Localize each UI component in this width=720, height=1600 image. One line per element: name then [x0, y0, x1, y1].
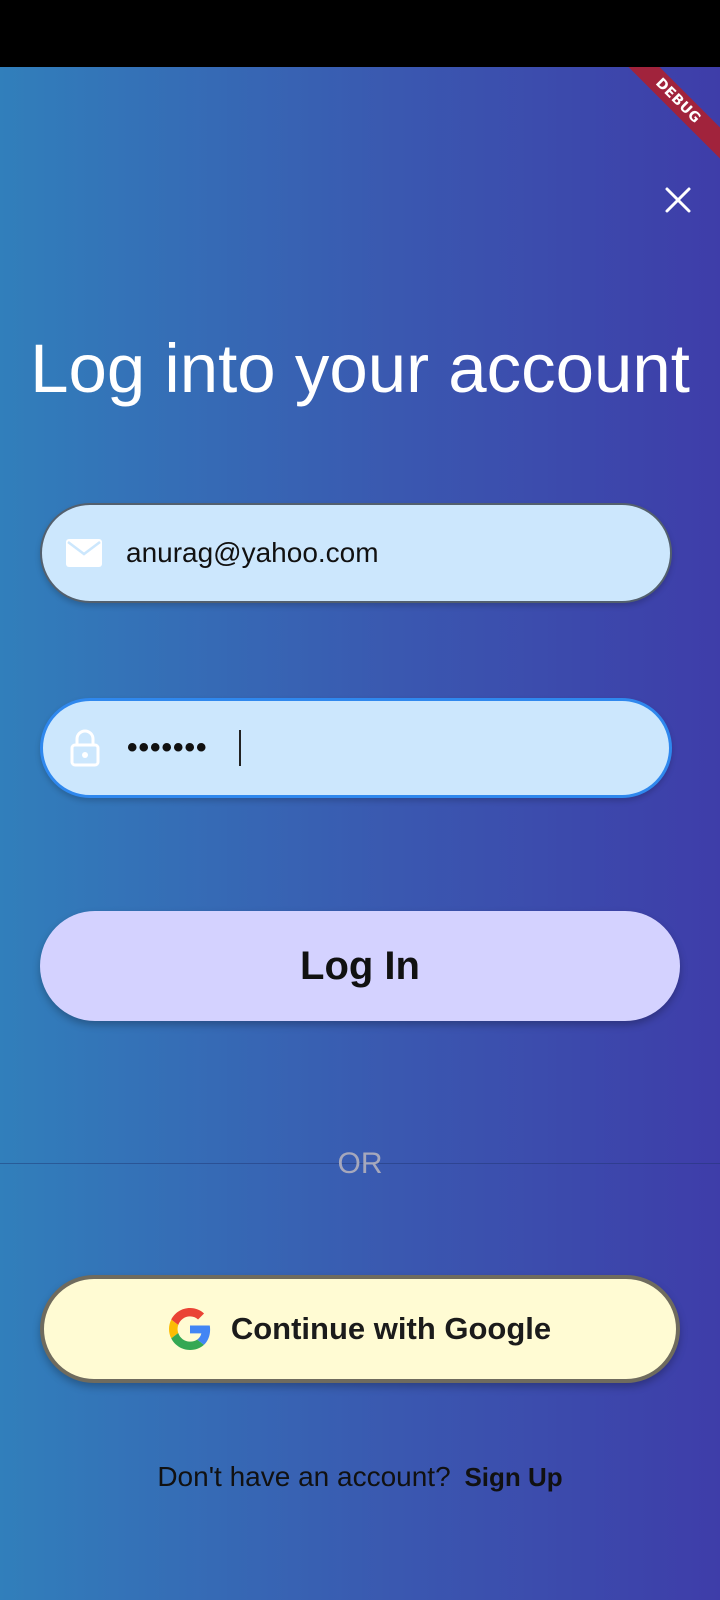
password-field[interactable]: ••••••• — [40, 698, 672, 798]
debug-banner: DEBUG — [613, 67, 720, 166]
password-value: ••••••• — [127, 731, 208, 764]
login-button[interactable]: Log In — [40, 911, 680, 1021]
signup-prompt: Don't have an account? — [157, 1461, 451, 1492]
google-logo-icon — [168, 1308, 210, 1350]
lock-icon — [65, 728, 105, 768]
google-button-label: Continue with Google — [230, 1311, 552, 1346]
login-screen: DEBUG Log into your account anurag@yahoo… — [0, 67, 720, 1600]
signup-link[interactable]: Sign Up — [464, 1462, 562, 1492]
email-value: anurag@yahoo.com — [126, 537, 379, 568]
signup-row: Don't have an account? Sign Up — [0, 1457, 720, 1497]
close-icon — [665, 187, 691, 213]
login-button-label: Log In — [300, 943, 420, 988]
status-bar — [0, 0, 720, 67]
text-cursor — [239, 730, 241, 766]
google-signin-button[interactable]: Continue with Google — [40, 1275, 680, 1383]
page-title: Log into your account — [30, 330, 690, 407]
email-field[interactable]: anurag@yahoo.com — [40, 503, 672, 603]
close-button[interactable] — [658, 180, 698, 220]
mail-icon — [64, 533, 104, 573]
or-text: OR — [337, 1147, 383, 1180]
